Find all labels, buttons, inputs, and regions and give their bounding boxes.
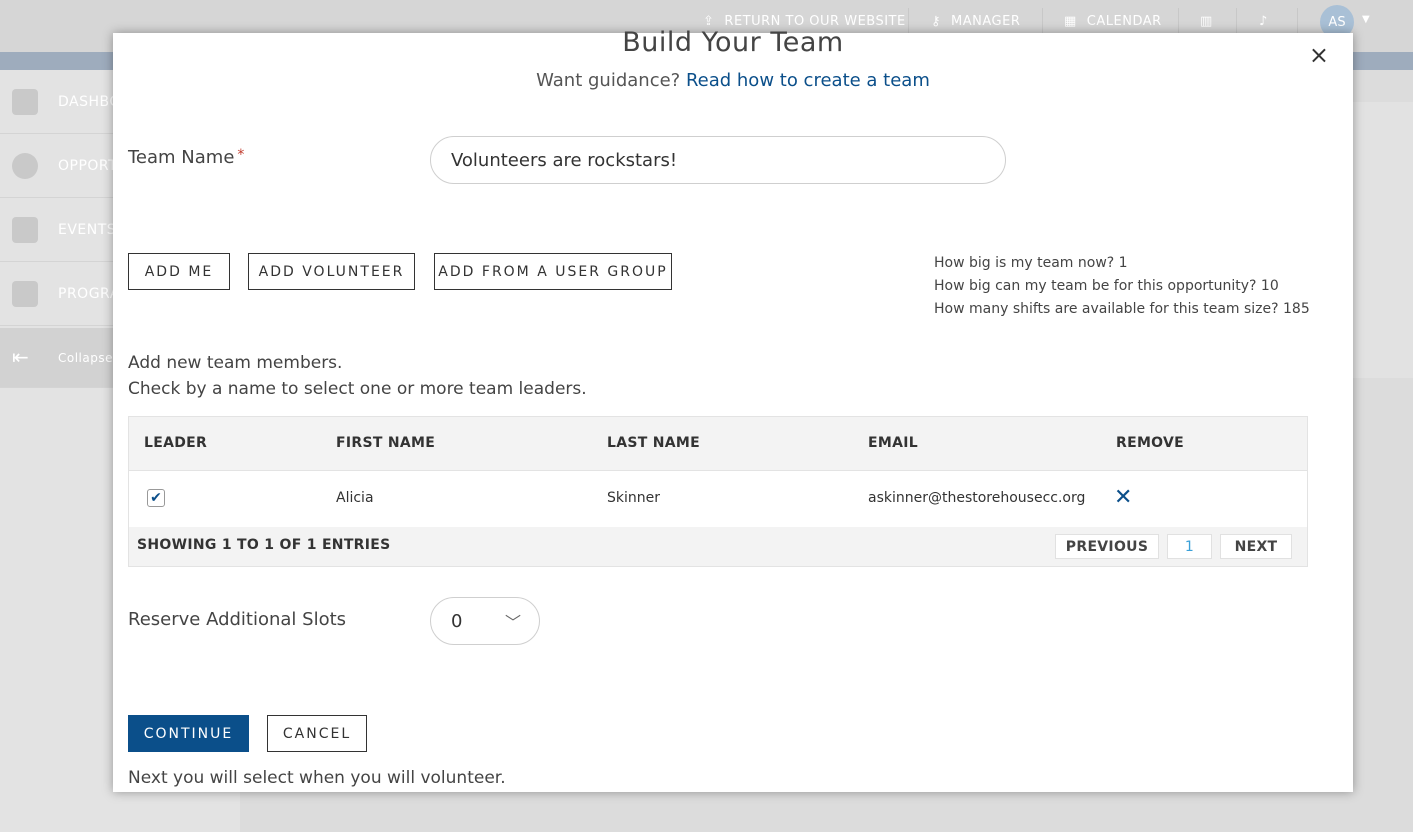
sidebar-item-label: Collapse — [58, 350, 113, 365]
team-name-input[interactable] — [430, 136, 1006, 184]
continue-button[interactable]: CONTINUE — [128, 715, 249, 752]
reserve-slots-value: 0 — [451, 610, 463, 632]
guidance-link[interactable]: Read how to create a team — [686, 70, 930, 91]
chevron-down-icon[interactable]: ▼ — [1362, 14, 1370, 25]
table-header: LEADER FIRST NAME LAST NAME EMAIL REMOVE — [129, 417, 1307, 471]
pagination-page-1-button[interactable]: 1 — [1167, 534, 1212, 559]
chevron-down-icon: ﹀ — [504, 613, 521, 632]
calendar-icon — [12, 216, 38, 243]
sidebar-item-label: OPPORT — [58, 157, 118, 174]
table-entries-info: SHOWING 1 TO 1 OF 1 ENTRIES — [137, 537, 391, 553]
next-step-text: Next you will select when you will volun… — [128, 768, 506, 788]
cancel-button[interactable]: CANCEL — [267, 715, 367, 752]
pagination-next-button[interactable]: NEXT — [1220, 534, 1292, 559]
instructions-line-1: Add new team members. — [128, 353, 343, 373]
team-size-max: How big can my team be for this opportun… — [934, 278, 1279, 294]
check-circle-icon — [12, 152, 38, 179]
hand-heart-icon — [12, 280, 38, 307]
column-header-leader[interactable]: LEADER — [144, 435, 207, 451]
remove-member-icon[interactable]: ✕ — [1114, 485, 1132, 510]
shifts-available: How many shifts are available for this t… — [934, 301, 1310, 317]
sidebar-item-label: EVENTS — [58, 221, 117, 238]
column-header-first-name[interactable]: FIRST NAME — [336, 435, 435, 451]
home-icon — [12, 88, 38, 115]
required-asterisk: * — [237, 147, 245, 163]
column-header-last-name[interactable]: LAST NAME — [607, 435, 700, 451]
pagination-previous-button[interactable]: PREVIOUS — [1055, 534, 1159, 559]
team-name-label: Team Name * — [128, 147, 244, 168]
guidance-text: Want guidance? Read how to create a team — [113, 70, 1353, 91]
add-volunteer-button[interactable]: ADD VOLUNTEER — [248, 253, 415, 290]
column-header-email[interactable]: EMAIL — [868, 435, 918, 451]
sidebar-item-label: PROGRA — [58, 285, 120, 302]
team-size-current: How big is my team now? 1 — [934, 255, 1128, 271]
reserve-slots-select[interactable]: 0 ﹀ — [430, 597, 540, 645]
column-header-remove: REMOVE — [1116, 435, 1184, 451]
table-row: ✔ Alicia Skinner askinner@thestorehousec… — [129, 471, 1307, 527]
add-me-button[interactable]: ADD ME — [128, 253, 230, 290]
team-members-table: LEADER FIRST NAME LAST NAME EMAIL REMOVE… — [128, 416, 1308, 567]
cell-email: askinner@thestorehousecc.org — [868, 490, 1086, 506]
instructions-line-2: Check by a name to select one or more te… — [128, 379, 587, 399]
leader-checkbox[interactable]: ✔ — [147, 489, 165, 507]
guidance-prefix: Want guidance? — [536, 70, 681, 91]
content-card — [1352, 102, 1413, 378]
modal-title: Build Your Team — [622, 27, 844, 58]
sidebar-item-label: DASHBO — [58, 93, 121, 110]
build-team-modal: × Build Your Team Want guidance? Read ho… — [113, 27, 1353, 792]
reserve-slots-label: Reserve Additional Slots — [128, 609, 347, 630]
arrow-left-icon: ⇤ — [12, 344, 30, 369]
add-from-user-group-button[interactable]: ADD FROM A USER GROUP — [434, 253, 672, 290]
cell-last-name: Skinner — [607, 490, 660, 506]
team-name-label-text: Team Name — [128, 147, 235, 168]
cell-first-name: Alicia — [336, 490, 374, 506]
